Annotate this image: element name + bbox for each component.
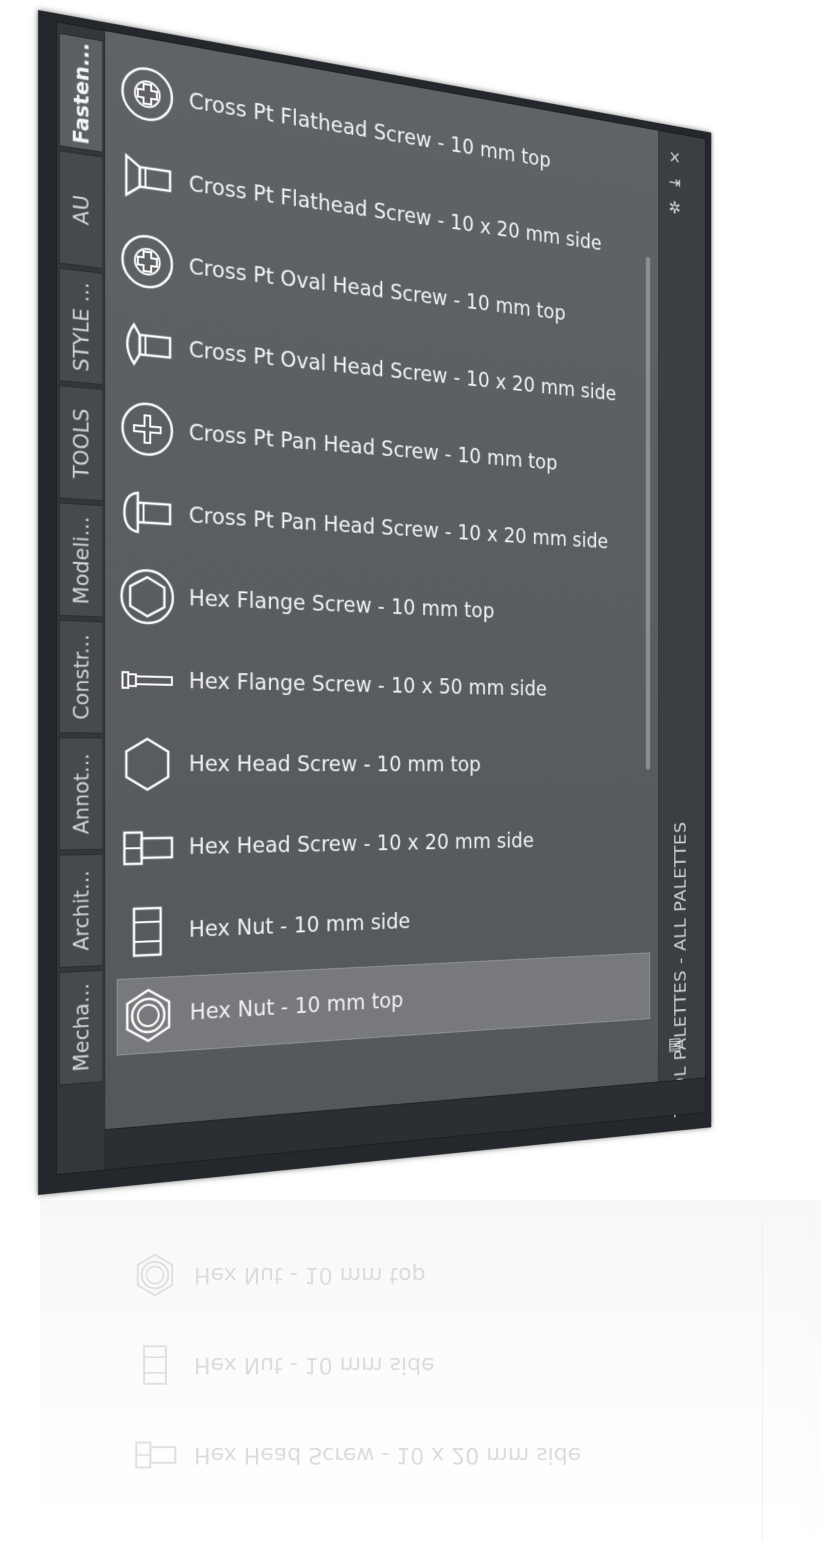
palette-title: TOOL PALETTES - ALL PALETTES (671, 821, 690, 1118)
reflection-label: Hex Nut - 10 mm side (194, 1352, 435, 1378)
hex-flange-top-icon (117, 564, 178, 629)
tab-4[interactable]: TOOLS (58, 384, 103, 502)
tool-label: Cross Pt Oval Head Screw - 10 x 20 mm si… (188, 337, 617, 406)
hex-nut-side-icon (117, 900, 178, 965)
tab-label: Archit... (69, 869, 93, 952)
tab-2[interactable]: AU (58, 150, 103, 269)
reflection: Hex Nut - 10 mm top Hex Nut - 10 mm side H… (40, 1200, 821, 1547)
tool-label: Hex Flange Screw - 10 x 50 mm side (188, 668, 547, 702)
pan-head-top-icon (117, 395, 178, 462)
tool-label: Cross Pt Pan Head Screw - 10 x 20 mm sid… (188, 503, 609, 554)
tool-item[interactable]: Hex Head Screw - 10 x 20 mm side (117, 806, 650, 887)
flathead-side-icon (117, 142, 178, 213)
tool-item[interactable]: Hex Head Screw - 10 mm top (117, 726, 650, 803)
tab-label: Constr... (69, 633, 93, 721)
cross-head-top-icon (117, 226, 178, 296)
tab-3[interactable]: STYLE ... (58, 267, 103, 386)
reflection-row: Hex Nut - 10 mm side (130, 1330, 435, 1400)
hex-flange-side-icon (117, 648, 178, 712)
reflection-label: Hex Head Screw - 10 x 20 mm side (194, 1442, 582, 1468)
hex-head-top-icon (117, 733, 178, 796)
tool-list: Cross Pt Flathead Screw - 10 mm top Cross… (104, 30, 659, 1131)
palette-side-strip: × ⇥ ✲ TOOL PALETTES - ALL PALETTES ▤ (658, 130, 705, 1118)
hex-nut-side-icon (143, 1345, 167, 1385)
hex-head-side-icon (135, 1441, 177, 1469)
tab-label: Annot... (69, 753, 93, 835)
tab-7[interactable]: Annot... (58, 737, 103, 851)
autohide-icon[interactable]: ⇥ (665, 169, 685, 194)
cross-head-top-icon (117, 58, 178, 130)
close-icon[interactable]: × (665, 144, 685, 170)
palette-tabs: Fasten... AU STYLE ... TOOLS Modeli... Constr… (57, 22, 104, 1134)
palette-body: Fasten... AU STYLE ... TOOLS Modeli... Constr… (55, 21, 706, 1176)
pan-head-side-icon (117, 480, 178, 546)
reflection-row: Hex Nut - 10 mm top (130, 1240, 426, 1310)
tool-item[interactable]: Hex Flange Screw - 10 x 50 mm side (117, 642, 650, 726)
reflection-row: Hex Head Screw - 10 x 20 mm side (130, 1420, 581, 1490)
tab-6[interactable]: Constr... (58, 619, 103, 734)
tab-label: TOOLS (69, 407, 93, 480)
palette-icon[interactable]: ▤ (665, 1032, 685, 1056)
hex-nut-top-icon (118, 983, 179, 1049)
tool-item[interactable]: Hex Nut - 10 mm top (116, 952, 651, 1056)
tool-label: Hex Nut - 10 mm top (189, 988, 404, 1026)
properties-icon[interactable]: ✲ (665, 195, 685, 220)
reflection-side-strip (762, 1220, 803, 1540)
reflection-label: Hex Nut - 10 mm top (194, 1262, 426, 1288)
tab-label: Mecha... (69, 982, 93, 1073)
stage: Fasten... AU STYLE ... TOOLS Modeli... Constr… (0, 0, 821, 1547)
tool-label: Hex Flange Screw - 10 mm top (188, 585, 495, 624)
tab-label: AU (69, 193, 93, 227)
tab-5[interactable]: Modeli... (58, 502, 103, 618)
tab-label: Fasten... (69, 40, 93, 146)
tab-label: Modeli... (69, 515, 93, 605)
tool-label: Hex Nut - 10 mm side (188, 909, 411, 943)
tool-label: Hex Head Screw - 10 mm top (188, 751, 481, 777)
tab-label: STYLE ... (69, 280, 93, 373)
tab-9[interactable]: Mecha... (58, 969, 103, 1086)
hex-nut-top-icon (136, 1253, 174, 1297)
oval-head-side-icon (117, 311, 178, 380)
hex-head-side-icon (117, 817, 178, 880)
tool-label: Cross Pt Pan Head Screw - 10 mm top (188, 420, 558, 476)
tool-palette-window: Fasten... AU STYLE ... TOOLS Modeli... Constr… (38, 10, 712, 1195)
tab-8[interactable]: Archit... (58, 853, 103, 969)
tool-label: Hex Head Screw - 10 x 20 mm side (188, 829, 534, 860)
tab-1[interactable]: Fasten... (58, 32, 103, 153)
